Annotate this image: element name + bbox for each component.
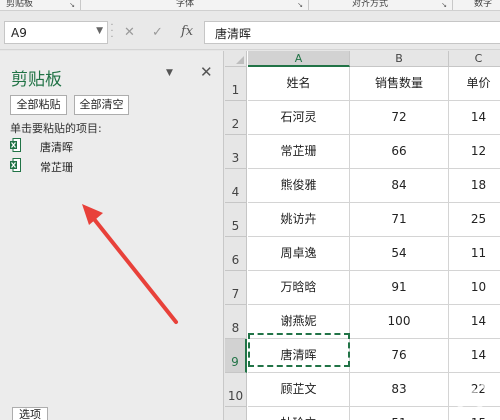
cell-b9[interactable]: 76 — [350, 339, 449, 373]
cell-c4[interactable]: 18 — [449, 169, 500, 203]
font-launcher-icon[interactable]: ↘ — [296, 1, 304, 9]
row-number: 3 — [231, 151, 240, 165]
row-number: 2 — [231, 117, 240, 131]
cancel-x-icon[interactable]: ✕ — [124, 25, 135, 40]
formula-bar: A9 ▼ · · · ✕ ✓ fx 唐清晖 — [0, 11, 500, 50]
checkmark-icon[interactable]: ✓ — [152, 25, 163, 40]
row-number: 1 — [231, 83, 240, 97]
cell-b5[interactable]: 71 — [350, 203, 449, 237]
row-header-7[interactable]: 7 — [225, 271, 247, 305]
cell-b2[interactable]: 72 — [350, 101, 449, 135]
name-box[interactable]: A9 ▼ — [4, 21, 108, 44]
row-number: 8 — [231, 321, 240, 335]
formula-input[interactable]: 唐清晖 — [204, 21, 500, 44]
row-header-2[interactable]: 2 — [225, 101, 247, 135]
cell-b6[interactable]: 54 — [350, 237, 449, 271]
annotation-arrow — [82, 204, 178, 324]
cell-c2[interactable]: 14 — [449, 101, 500, 135]
column-header-b[interactable]: B — [350, 51, 449, 67]
cell-b3[interactable]: 66 — [350, 135, 449, 169]
ribbon-group-font: 字体 — [176, 0, 195, 9]
cell-c8[interactable]: 14 — [449, 305, 500, 339]
cell-a2[interactable]: 石河灵 — [248, 101, 350, 135]
row-header-6[interactable]: 6 — [225, 237, 247, 271]
row-header-10[interactable]: 10 — [225, 373, 247, 407]
row-header-1[interactable]: 1 — [225, 67, 247, 101]
row-header-4[interactable]: 4 — [225, 169, 247, 203]
chevron-down-icon[interactable]: ▼ — [96, 26, 103, 36]
cell-c5[interactable]: 25 — [449, 203, 500, 237]
ribbon-group-number: 数字 — [474, 0, 493, 9]
cell-a4[interactable]: 熊俊雅 — [248, 169, 350, 203]
cell-a3[interactable]: 常芷珊 — [248, 135, 350, 169]
copy-marquee — [248, 333, 350, 367]
cell-b1[interactable]: 销售数量 — [350, 67, 449, 101]
ribbon-group-labels: 剪贴板 ↘ 字体 ↘ 对齐方式 ↘ 数字 — [0, 0, 500, 11]
cell-a7[interactable]: 万晗晗 — [248, 271, 350, 305]
cell-c7[interactable]: 10 — [449, 271, 500, 305]
column-header-a[interactable]: A — [248, 51, 350, 67]
ribbon-divider — [308, 0, 309, 10]
clipboard-pane: 剪贴板 ▼ ✕ 全部粘贴 全部清空 单击要粘贴的项目: 唐清晖 常芷珊 选项 — [0, 51, 224, 420]
insert-function-icon[interactable]: fx — [181, 24, 193, 39]
cell-b7[interactable]: 91 — [350, 271, 449, 305]
cell-a11[interactable]: 杜玲立 — [248, 407, 350, 420]
ribbon-group-clipboard: 剪贴板 — [6, 0, 34, 9]
options-button[interactable]: 选项 — [12, 407, 48, 420]
cell-a10[interactable]: 顾芷文 — [248, 373, 350, 407]
cell-c9[interactable]: 14 — [449, 339, 500, 373]
formula-value: 唐清晖 — [215, 27, 252, 41]
select-all-corner[interactable] — [225, 51, 247, 67]
alignment-launcher-icon[interactable]: ↘ — [440, 1, 448, 9]
clipboard-launcher-icon[interactable]: ↘ — [68, 1, 76, 9]
row-header-9[interactable]: 9 — [225, 339, 247, 373]
row-header-5[interactable]: 5 — [225, 203, 247, 237]
row-header-8[interactable]: 8 — [225, 305, 247, 339]
cell-a6[interactable]: 周卓逸 — [248, 237, 350, 271]
ribbon-group-alignment: 对齐方式 — [352, 0, 389, 9]
cell-a5[interactable]: 姚访卉 — [248, 203, 350, 237]
row-number: 10 — [227, 389, 244, 403]
cell-c6[interactable]: 11 — [449, 237, 500, 271]
row-number: 5 — [231, 219, 240, 233]
cell-b4[interactable]: 84 — [350, 169, 449, 203]
ribbon-divider — [80, 0, 81, 10]
row-number: 4 — [231, 185, 240, 199]
watermark-icon — [452, 376, 488, 412]
row-number: 6 — [231, 253, 240, 267]
name-box-value: A9 — [11, 26, 27, 40]
cell-a1[interactable]: 姓名 — [248, 67, 350, 101]
column-header-c[interactable]: C — [449, 51, 500, 67]
cell-c3[interactable]: 12 — [449, 135, 500, 169]
cell-c1[interactable]: 单价 — [449, 67, 500, 101]
row-header-11[interactable]: 11 — [225, 407, 247, 420]
ribbon-divider — [452, 0, 453, 10]
row-number: 7 — [231, 287, 240, 301]
spreadsheet-grid: A B C 1 姓名 销售数量 单价 2 石河灵 72 14 3 常芷珊 66 12 4 熊俊雅 84 18 5… — [225, 51, 500, 420]
row-header-3[interactable]: 3 — [225, 135, 247, 169]
cell-b8[interactable]: 100 — [350, 305, 449, 339]
drag-handle-icon[interactable]: · · · — [108, 21, 116, 43]
row-number: 9 — [231, 355, 239, 369]
